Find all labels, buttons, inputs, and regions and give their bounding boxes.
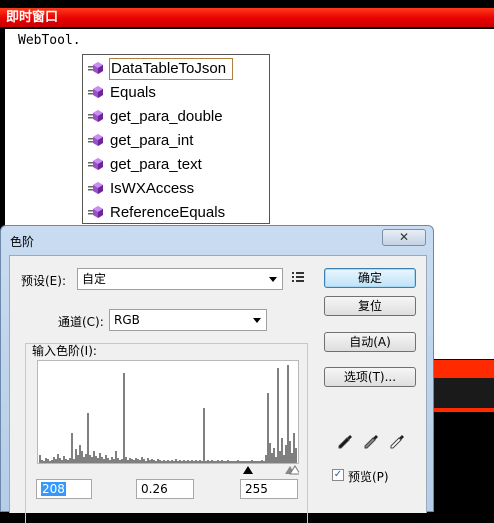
intellisense-item-label: ReferenceEquals xyxy=(110,204,226,221)
method-cube-icon xyxy=(88,157,104,173)
gray-eyedropper-icon[interactable] xyxy=(362,433,380,451)
preset-options-icon[interactable] xyxy=(291,270,305,287)
input-black-field[interactable]: 208 xyxy=(36,479,92,499)
black-eyedropper-icon[interactable] xyxy=(336,433,354,451)
levels-dialog: 色阶 ✕ 预设(E): 自定 通道(C): RGB 输入色阶(I): 确定 复位… xyxy=(0,225,434,523)
dialog-title: 色阶 xyxy=(10,235,35,249)
intellisense-item[interactable]: get_para_text xyxy=(83,153,269,177)
intellisense-item-label: get_para_int xyxy=(110,132,194,149)
intellisense-list[interactable]: DataTableToJson Equals get_para_double get_… xyxy=(82,54,270,224)
method-cube-icon xyxy=(88,61,104,77)
background-panel-dark xyxy=(425,378,494,408)
reset-button[interactable]: 复位 xyxy=(324,296,416,316)
intellisense-item-label: DataTableToJson xyxy=(108,58,234,80)
input-levels-slider[interactable] xyxy=(37,461,301,475)
input-white-field[interactable]: 255 xyxy=(240,479,298,499)
intellisense-item-label: Equals xyxy=(110,84,156,101)
input-levels-label: 输入色阶(I): xyxy=(32,344,97,358)
method-cube-icon xyxy=(88,133,104,149)
method-cube-icon xyxy=(88,205,104,221)
dialog-client-area: 预设(E): 自定 通道(C): RGB 输入色阶(I): 确定 复位 自动(A… xyxy=(9,255,427,523)
preview-checkbox[interactable]: ✓ xyxy=(332,469,344,481)
immediate-window-title: 即时窗口 xyxy=(0,8,494,27)
intellisense-item[interactable]: DataTableToJson xyxy=(83,57,269,81)
method-cube-icon xyxy=(88,109,104,125)
intellisense-item[interactable]: get_para_int xyxy=(83,129,269,153)
preset-value: 自定 xyxy=(82,272,107,286)
intellisense-item-label: IsWXAccess xyxy=(110,180,195,197)
ok-button[interactable]: 确定 xyxy=(324,268,416,288)
black-point-handle[interactable] xyxy=(243,466,253,474)
intellisense-item[interactable]: ReferenceEquals xyxy=(83,201,269,225)
intellisense-item[interactable]: Equals xyxy=(83,81,269,105)
immediate-code-line: WebTool. xyxy=(18,33,81,48)
histogram xyxy=(37,360,299,464)
close-button[interactable]: ✕ xyxy=(382,229,426,246)
method-cube-icon xyxy=(88,181,104,197)
white-eyedropper-icon[interactable] xyxy=(388,433,406,451)
chevron-down-icon xyxy=(253,318,261,323)
preset-label: 预设(E): xyxy=(21,274,66,288)
chevron-down-icon xyxy=(269,277,277,282)
preview-label: 预览(P) xyxy=(348,470,389,484)
channel-value: RGB xyxy=(114,313,140,327)
intellisense-item[interactable]: get_para_double xyxy=(83,105,269,129)
options-button[interactable]: 选项(T)... xyxy=(324,367,416,387)
histogram-chart xyxy=(39,365,297,463)
preset-dropdown[interactable]: 自定 xyxy=(77,268,283,290)
input-gamma-field[interactable]: 0.26 xyxy=(136,479,194,499)
channel-label: 通道(C): xyxy=(58,315,104,329)
intellisense-item-label: get_para_text xyxy=(110,156,202,173)
method-cube-icon xyxy=(88,85,104,101)
intellisense-item-label: get_para_double xyxy=(110,108,223,125)
intellisense-item[interactable]: IsWXAccess xyxy=(83,177,269,201)
auto-button[interactable]: 自动(A) xyxy=(324,332,416,352)
channel-dropdown[interactable]: RGB xyxy=(109,309,267,331)
